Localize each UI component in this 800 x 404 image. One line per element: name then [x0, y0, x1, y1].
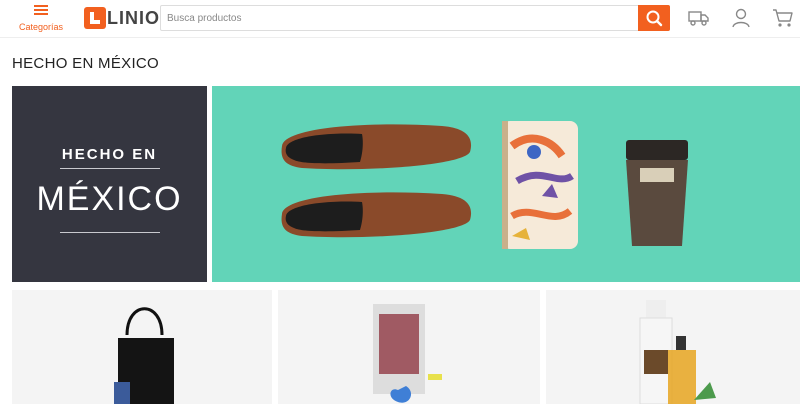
featured-products-banner[interactable]	[212, 86, 800, 282]
decor-piece-image	[373, 304, 442, 403]
cart-icon	[773, 9, 793, 27]
search-bar	[160, 5, 670, 31]
top-header: Categorías LINIO	[0, 0, 800, 38]
cart-button[interactable]	[772, 8, 794, 28]
linio-logo[interactable]: LINIO	[84, 6, 160, 30]
tote-bag-image	[114, 307, 174, 404]
account-button[interactable]	[730, 8, 752, 28]
search-input[interactable]	[161, 6, 639, 30]
page-title: HECHO EN MÉXICO	[12, 55, 160, 72]
hamburger-icon	[34, 5, 48, 15]
truck-icon	[688, 11, 709, 26]
linio-logo-mark	[84, 7, 106, 29]
product-tile-2[interactable]	[278, 290, 540, 404]
categories-button[interactable]: Categorías	[12, 2, 70, 36]
hecho-en-mexico-banner[interactable]: HECHO EN MÉXICO	[12, 86, 207, 282]
search-icon	[646, 10, 663, 27]
banner-line-1: HECHO EN	[61, 146, 158, 163]
banner-divider-top	[60, 168, 160, 169]
search-button[interactable]	[638, 5, 670, 31]
linio-logo-text: LINIO	[107, 7, 160, 28]
product-tile-1[interactable]	[12, 290, 272, 404]
cosmetic-tube	[626, 140, 688, 246]
loafer-shoe-top	[281, 124, 472, 170]
loafer-shoe-bottom	[281, 192, 472, 238]
patterned-wallet	[502, 121, 578, 249]
oil-bottles-image	[639, 300, 716, 404]
featured-products-image	[281, 121, 688, 249]
user-icon	[732, 8, 750, 28]
banner-divider-bottom	[60, 232, 160, 233]
product-tile-3[interactable]	[546, 290, 800, 404]
categories-label: Categorías	[18, 22, 64, 32]
banner-line-2: MÉXICO	[36, 180, 183, 218]
shipping-button[interactable]	[688, 8, 710, 28]
